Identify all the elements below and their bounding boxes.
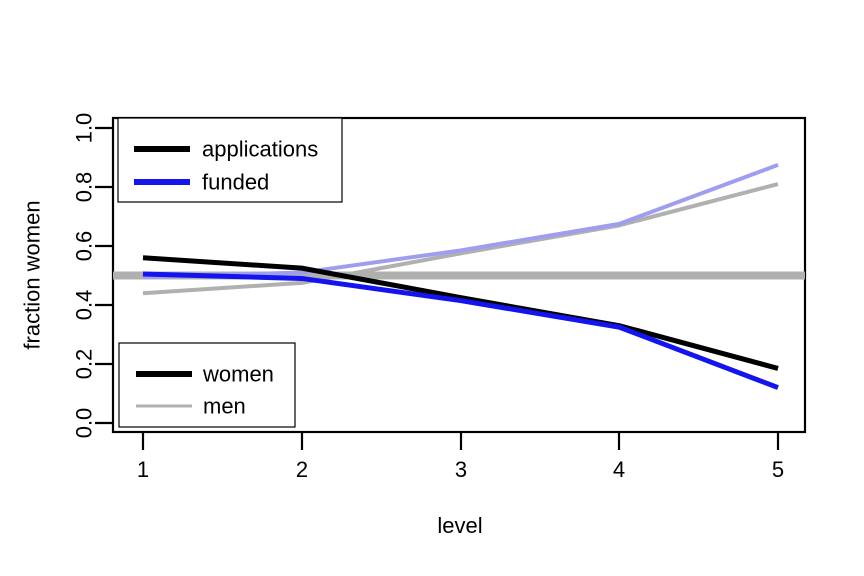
- y-tick-label-0.0: 0.0: [72, 408, 97, 439]
- group-legend-label-women: women: [202, 362, 274, 387]
- y-axis-title: fraction women: [20, 200, 45, 349]
- group-legend-label-men: men: [203, 394, 246, 419]
- plot-canvas: 1.0 0.8 0.6 0.4 0.2 0.0 fraction women 1…: [20, 113, 807, 538]
- y-tick-label-1.0: 1.0: [72, 113, 97, 144]
- x-tick-label-3: 3: [455, 457, 467, 482]
- y-axis: 1.0 0.8 0.6 0.4 0.2 0.0 fraction women: [20, 113, 113, 439]
- x-axis-title: level: [437, 513, 482, 538]
- chart-figure: 1.0 0.8 0.6 0.4 0.2 0.0 fraction women 1…: [0, 0, 864, 576]
- x-axis: 1 2 3 4 5 level: [137, 432, 784, 538]
- measure-legend-label-funded: funded: [202, 170, 269, 195]
- y-tick-label-0.4: 0.4: [72, 290, 97, 321]
- x-tick-label-4: 4: [613, 457, 625, 482]
- y-tick-label-0.6: 0.6: [72, 231, 97, 262]
- x-tick-label-1: 1: [137, 457, 149, 482]
- measure-legend: applications funded: [117, 117, 343, 203]
- measure-legend-label-applications: applications: [202, 137, 318, 162]
- y-tick-label-0.2: 0.2: [72, 349, 97, 380]
- x-tick-label-5: 5: [772, 457, 784, 482]
- group-legend: women men: [118, 342, 296, 428]
- x-tick-label-2: 2: [296, 457, 308, 482]
- y-tick-label-0.8: 0.8: [72, 172, 97, 203]
